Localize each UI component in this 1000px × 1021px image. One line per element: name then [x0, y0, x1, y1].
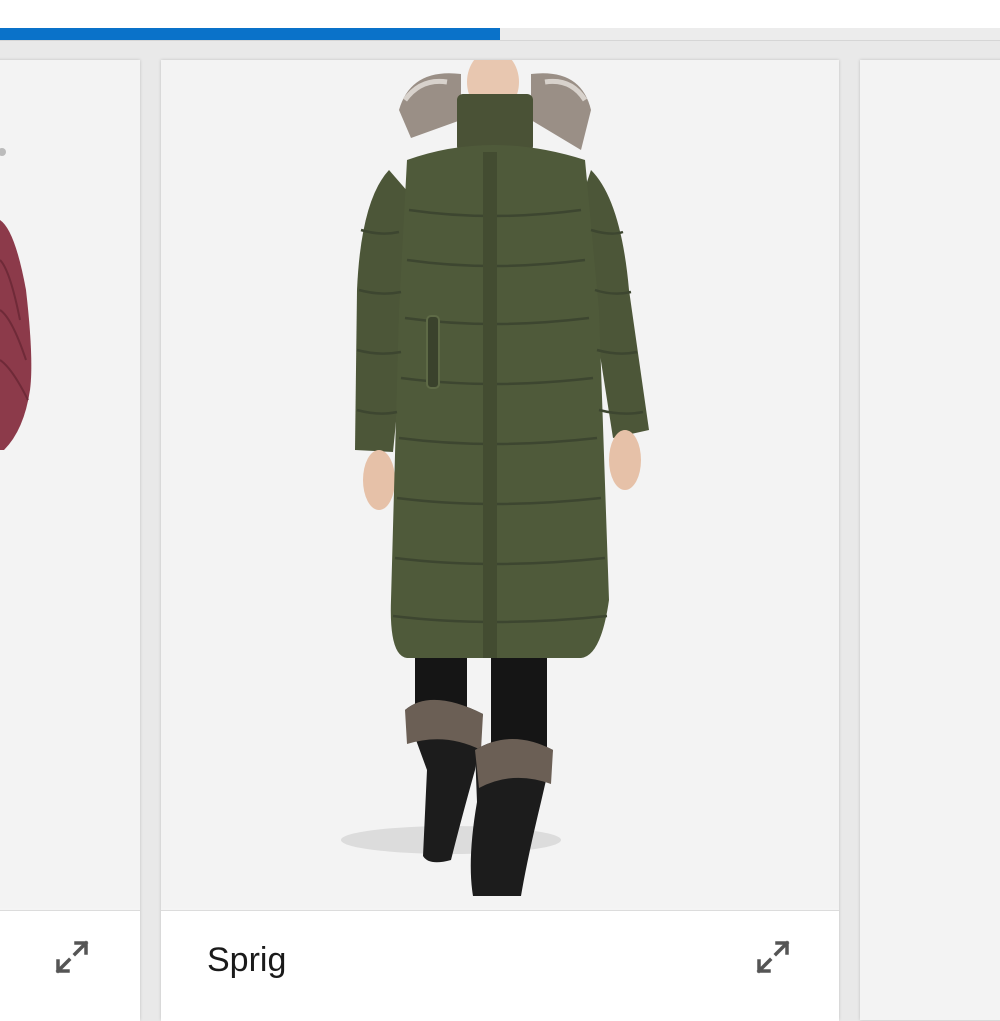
product-color-card-next[interactable] — [860, 60, 1000, 1020]
long-down-parka-image — [341, 60, 649, 896]
progress-fill — [0, 28, 500, 40]
loading-progress-bar — [0, 28, 1000, 40]
product-color-card-current[interactable]: Sprig — [161, 60, 839, 1021]
coat-partial-image — [0, 148, 32, 450]
product-image-previous — [0, 60, 140, 908]
product-image-current — [161, 60, 839, 908]
expand-arrows-icon[interactable] — [753, 937, 793, 977]
card-footer-previous — [0, 910, 140, 1021]
product-color-card-previous[interactable] — [0, 60, 140, 1021]
expand-arrows-icon[interactable] — [52, 937, 92, 977]
card-footer-current: Sprig — [161, 910, 839, 1021]
product-image-next — [860, 60, 1000, 908]
color-name-label: Sprig — [207, 941, 287, 979]
top-bar — [0, 0, 1000, 41]
